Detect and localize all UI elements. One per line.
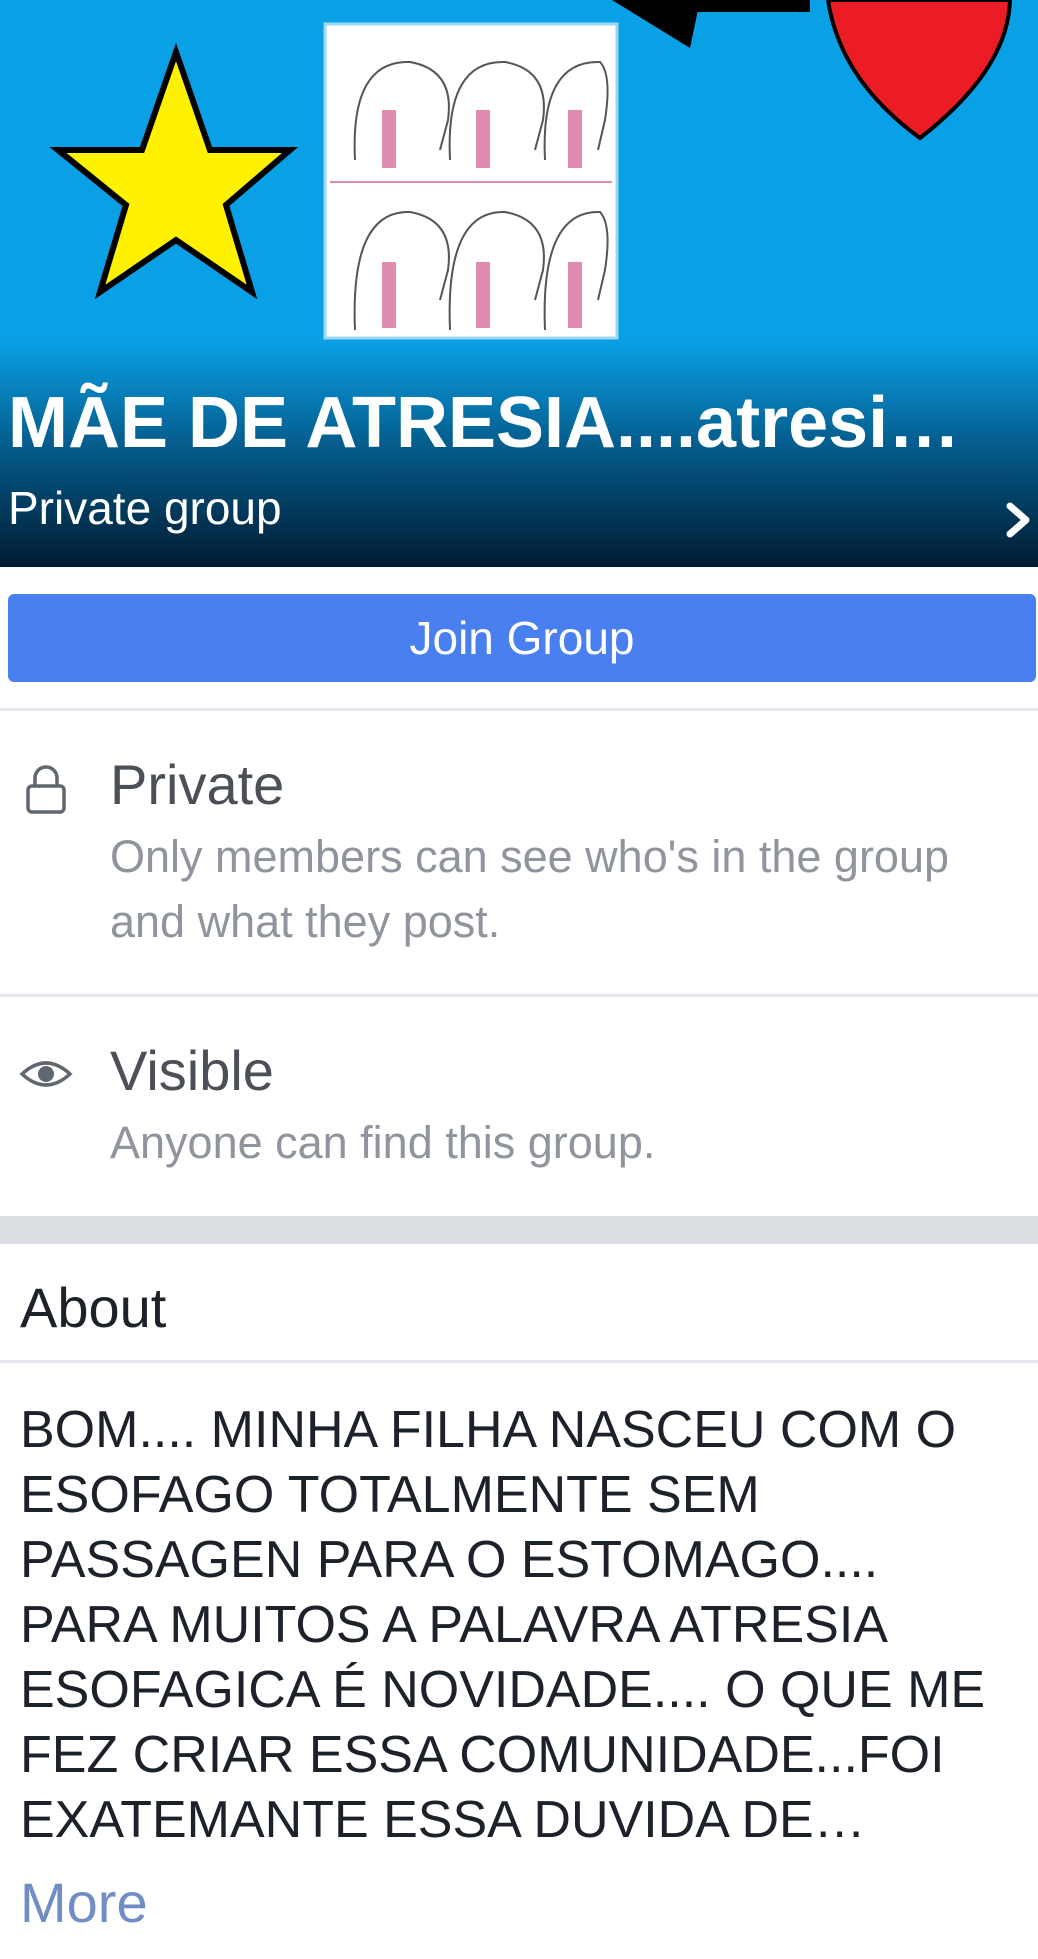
visibility-info: Visible Anyone can find this group. bbox=[0, 998, 1038, 1216]
group-cover-photo[interactable]: MÃE DE ATRESIA....atresia … Private grou… bbox=[0, 0, 1038, 567]
section-separator bbox=[0, 1216, 1038, 1244]
privacy-title: Private bbox=[110, 753, 285, 816]
group-title[interactable]: MÃE DE ATRESIA....atresia … bbox=[8, 378, 988, 468]
group-type-label: Private group bbox=[8, 482, 282, 534]
visibility-title: Visible bbox=[110, 1039, 274, 1102]
divider bbox=[0, 1360, 1038, 1363]
visibility-description: Anyone can find this group. bbox=[110, 1117, 656, 1168]
privacy-description-line: Only members can see who's in the group bbox=[110, 831, 950, 882]
about-line: ESOFAGICA É NOVIDADE.... O QUE ME bbox=[20, 1661, 986, 1719]
about-line: BOM.... MINHA FILHA NASCEU COM O bbox=[20, 1401, 957, 1459]
about-line: EXATEMANTE ESSA DUVIDA DE… bbox=[20, 1791, 866, 1849]
heart-shape bbox=[825, 0, 1013, 141]
divider bbox=[0, 708, 1038, 711]
about-heading: About bbox=[20, 1276, 167, 1339]
about-line: FEZ CRIAR ESSA COMUNIDADE...FOI bbox=[20, 1726, 945, 1784]
anatomy-chart bbox=[323, 22, 619, 340]
privacy-description-line: and what they post. bbox=[110, 896, 501, 947]
star-shape bbox=[49, 42, 299, 300]
about-line: PASSAGEN PARA O ESTOMAGO.... bbox=[20, 1531, 879, 1589]
join-group-button[interactable]: Join Group bbox=[8, 594, 1036, 682]
arrow-shape bbox=[612, 0, 700, 48]
chevron-right-icon[interactable] bbox=[1004, 500, 1034, 540]
privacy-description: Only members can see who's in the group … bbox=[110, 824, 1030, 954]
privacy-info: Private Only members can see who's in th… bbox=[0, 712, 1038, 994]
about-line: PARA MUITOS A PALAVRA ATRESIA bbox=[20, 1596, 888, 1654]
about-description: BOM.... MINHA FILHA NASCEU COM O ESOFAGO… bbox=[20, 1398, 1030, 1853]
lock-icon bbox=[26, 765, 66, 814]
about-line: ESOFAGO TOTALMENTE SEM bbox=[20, 1466, 760, 1524]
divider bbox=[0, 994, 1038, 997]
more-link[interactable]: More bbox=[20, 1868, 148, 1938]
eye-icon bbox=[19, 1061, 73, 1087]
